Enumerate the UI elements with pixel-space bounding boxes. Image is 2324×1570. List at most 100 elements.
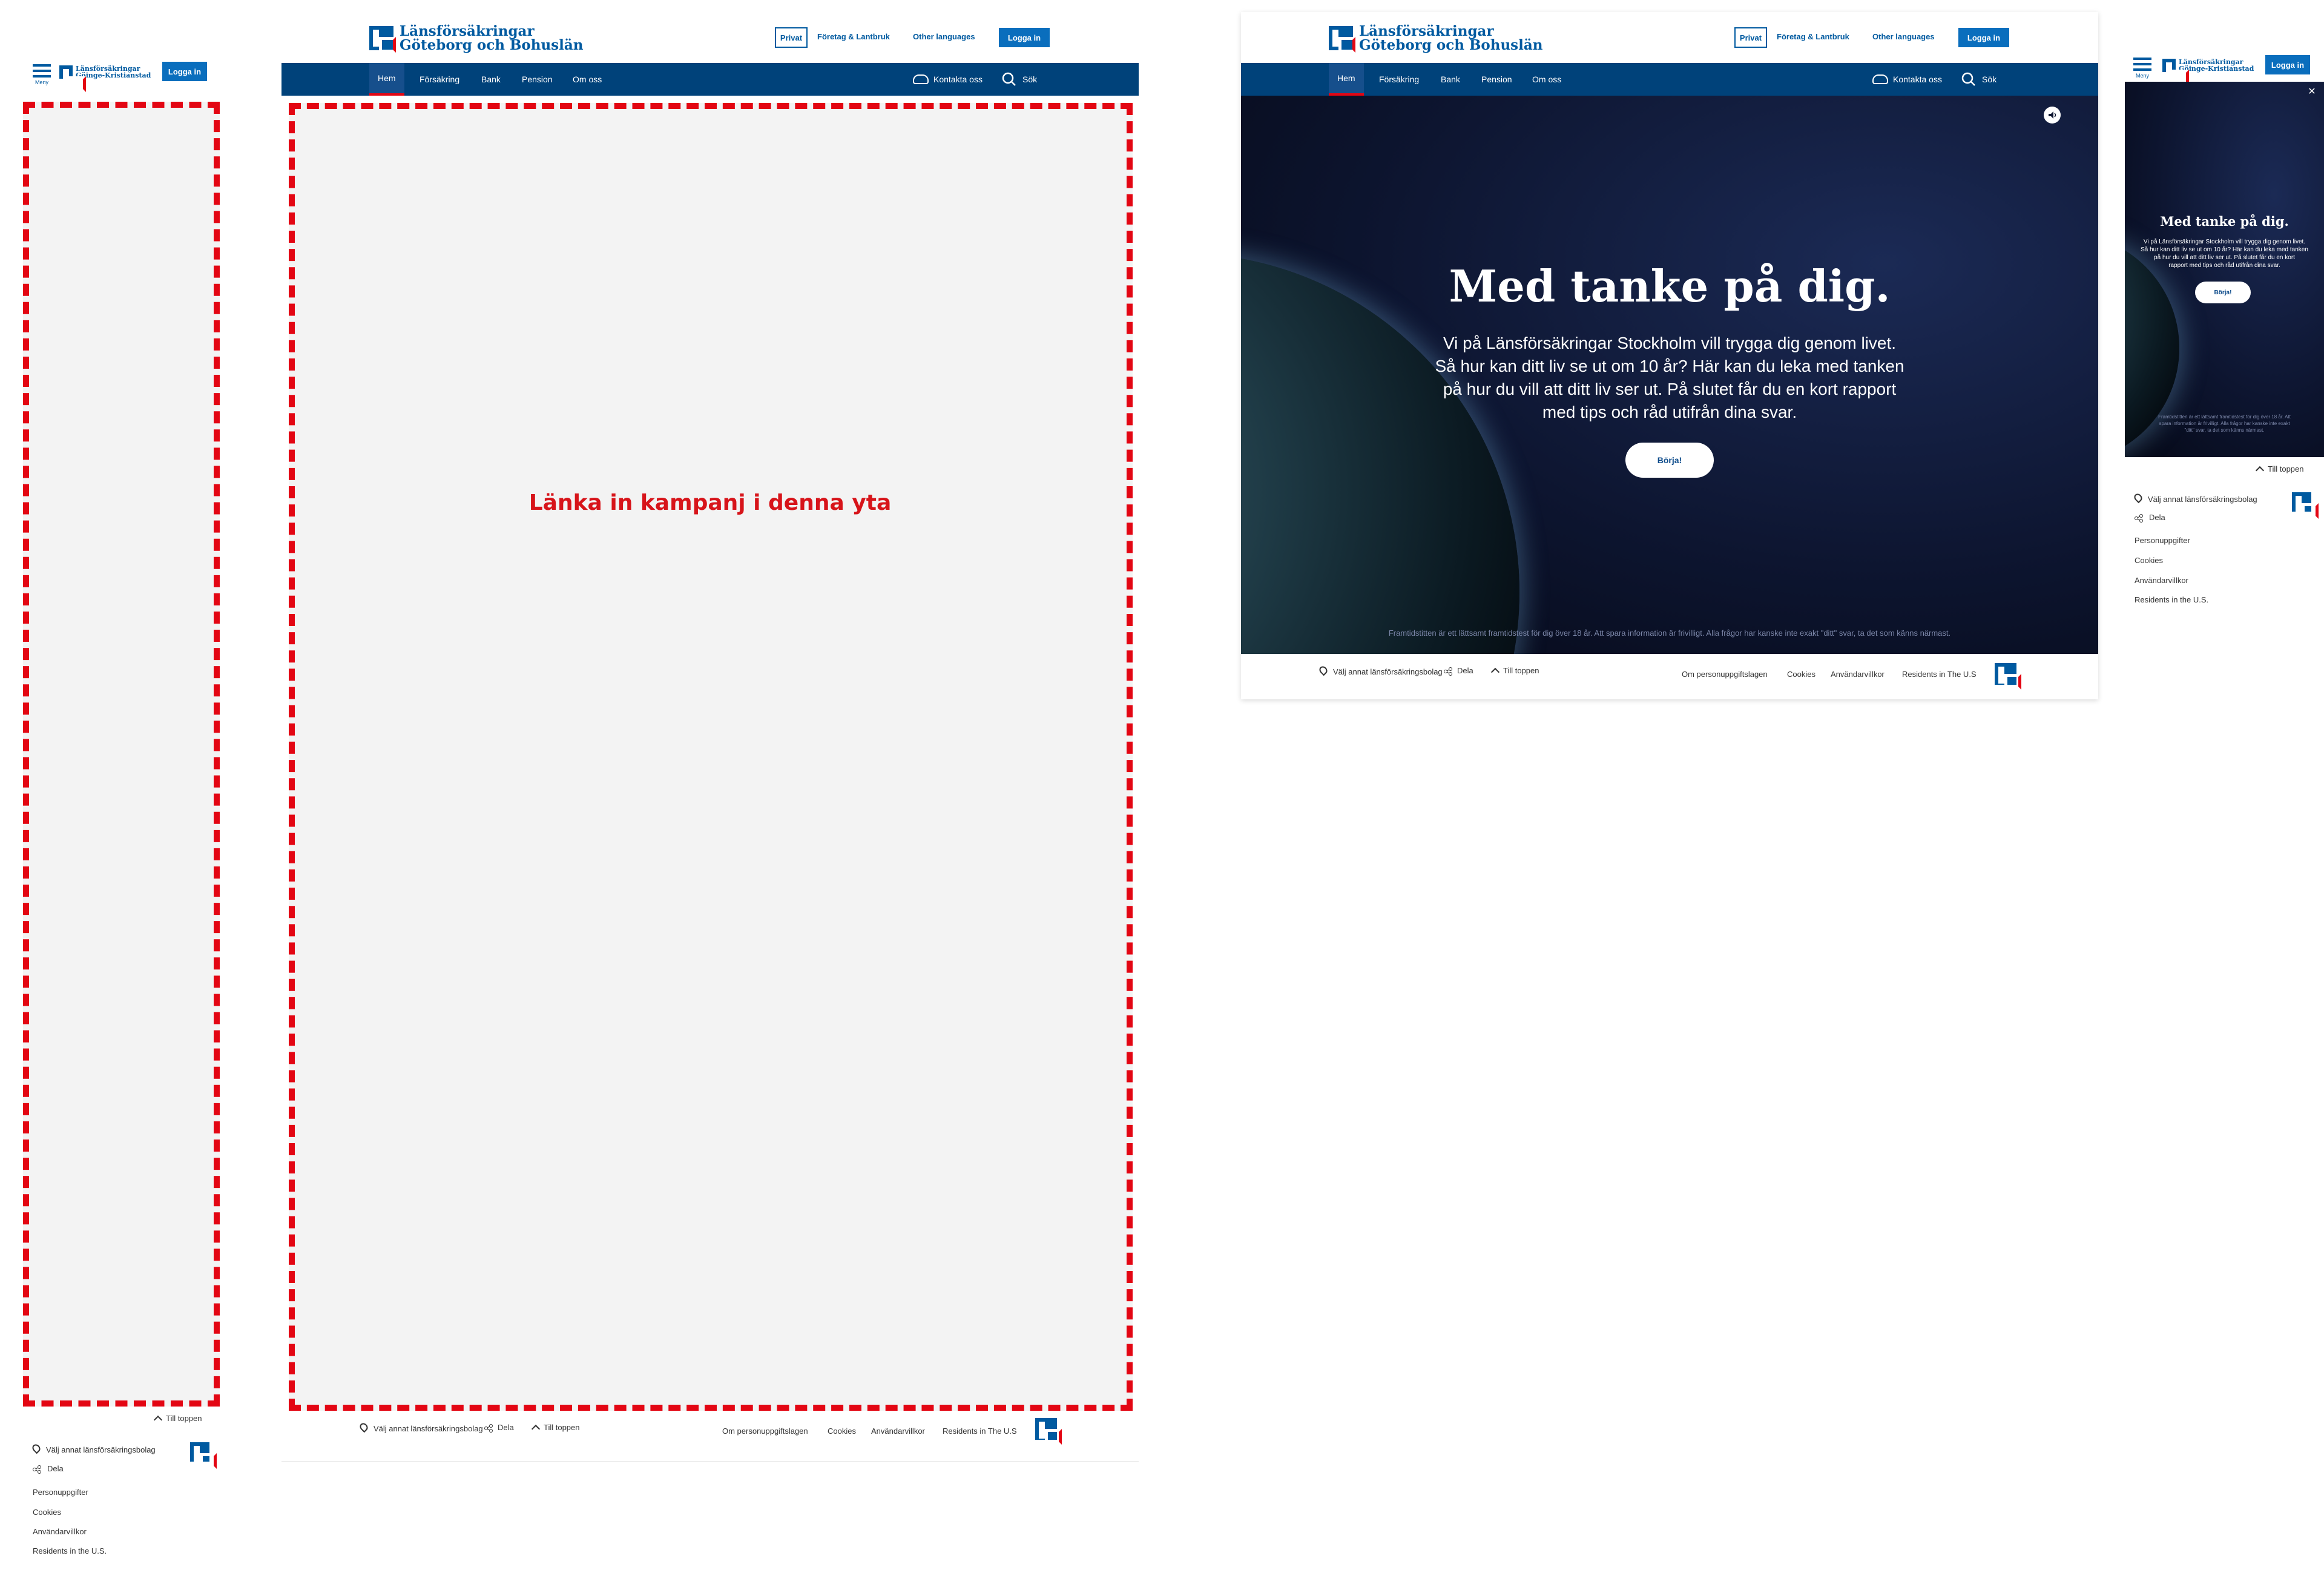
nav-item-bank[interactable]: Bank [1441, 63, 1460, 96]
hero-disclaimer: Framtidstitten är ett lättsamt framtidst… [2125, 414, 2324, 434]
cookies-link[interactable]: Cookies [2135, 556, 2163, 565]
login-button[interactable]: Logga in [2265, 55, 2310, 74]
nav-item-bank[interactable]: Bank [481, 63, 501, 96]
start-button[interactable]: Börja! [2195, 282, 2251, 303]
campaign-hero: Med tanke på dig. Vi på Länsförsäkringar… [1241, 96, 2098, 654]
menu-label: Meny [35, 79, 48, 85]
cookies-link[interactable]: Cookies [33, 1508, 61, 1517]
choose-company-link[interactable]: Välj annat länsförsäkringsbolag [30, 1442, 156, 1454]
residents-link[interactable]: Residents in the U.S. [33, 1546, 107, 1555]
share-link[interactable]: Dela [484, 1423, 514, 1433]
brand-logo[interactable]: Länsförsäkringar Göteborg och Bohuslän [1329, 23, 1542, 53]
logo-line2: Göteborg och Bohuslän [400, 37, 584, 53]
brand-logo[interactable]: Länsförsäkringar Göinge-Kristianstad [2162, 59, 2254, 85]
hamburger-menu-icon[interactable]: Meny [33, 64, 51, 88]
location-pin-icon [1317, 664, 1329, 676]
privat-tab[interactable]: Privat [775, 27, 808, 48]
search-link[interactable]: Sök [1002, 63, 1037, 96]
logo-line2: Göinge-Kristianstad [76, 71, 151, 79]
nav-item-pension[interactable]: Pension [1481, 63, 1512, 96]
residents-link[interactable]: Residents in The U.S [943, 1427, 1017, 1436]
terms-link[interactable]: Användarvillkor [33, 1527, 87, 1536]
share-icon [33, 1465, 41, 1474]
hero-body-line: Så hur kan ditt liv se ut om 10 år? Här … [2141, 246, 2308, 253]
hero-body-line: på hur du vill att ditt liv ser ut. På s… [2154, 254, 2295, 261]
to-top-link[interactable]: Till toppen [1490, 666, 1539, 677]
personal-data-link[interactable]: Personuppgifter [33, 1488, 88, 1497]
logo-line1: Länsförsäkringar [1359, 23, 1494, 39]
share-link[interactable]: Dela [2135, 513, 2165, 523]
footer-logo-icon [190, 1442, 217, 1469]
search-link[interactable]: Sök [1961, 63, 1996, 96]
nav-item-pension[interactable]: Pension [522, 63, 553, 96]
other-languages-link[interactable]: Other languages [1872, 32, 1935, 41]
share-icon [2135, 513, 2143, 523]
sound-toggle-icon[interactable] [2044, 107, 2061, 124]
hero-body: Vi på Länsförsäkringar Stockholm vill tr… [2125, 238, 2324, 269]
footer-logo-icon [1995, 663, 2021, 690]
personal-data-link[interactable]: Personuppgifter [2135, 536, 2190, 545]
share-icon [484, 1423, 493, 1433]
personal-data-link[interactable]: Om personuppgiftslagen [1682, 670, 1768, 679]
personal-data-link[interactable]: Om personuppgiftslagen [722, 1427, 808, 1436]
cookies-link[interactable]: Cookies [1787, 670, 1815, 679]
mobile-placeholder-frame: Meny Länsförsäkringar Göinge-Kristiansta… [23, 54, 223, 1570]
search-icon [1961, 72, 1976, 87]
login-button[interactable]: Logga in [1958, 28, 2009, 47]
to-top-link[interactable]: Till toppen [153, 1414, 202, 1425]
hero-body: Vi på Länsförsäkringar Stockholm vill tr… [1241, 332, 2098, 424]
hero-body-line: Vi på Länsförsäkringar Stockholm vill tr… [2143, 239, 2306, 245]
logo-line1: Länsförsäkringar [400, 23, 535, 39]
footer-logo-icon [2292, 492, 2319, 519]
choose-company-link[interactable]: Välj annat länsförsäkringsbolag [1317, 664, 1443, 676]
campaign-hero: ✕ Med tanke på dig. Vi på Länsförsäkring… [2125, 82, 2324, 457]
location-pin-icon [2132, 492, 2144, 504]
start-button[interactable]: Börja! [1625, 443, 1714, 478]
foretag-tab[interactable]: Företag & Lantbruk [1777, 32, 1849, 41]
residents-link[interactable]: Residents in the U.S. [2135, 595, 2208, 604]
close-icon[interactable]: ✕ [2306, 87, 2317, 97]
nav-item-om-oss[interactable]: Om oss [1532, 63, 1561, 96]
login-button[interactable]: Logga in [162, 62, 207, 81]
logo-mark-icon [2162, 59, 2189, 85]
hero-body-line: på hur du vill att ditt liv ser ut. På s… [1443, 380, 1897, 398]
chevron-up-icon [1490, 667, 1500, 677]
other-languages-link[interactable]: Other languages [913, 32, 975, 41]
terms-link[interactable]: Användarvillkor [1831, 670, 1885, 679]
terms-link[interactable]: Användarvillkor [871, 1427, 925, 1436]
nav-item-om-oss[interactable]: Om oss [573, 63, 602, 96]
contact-link[interactable]: Kontakta oss [1872, 63, 1942, 96]
login-button[interactable]: Logga in [999, 28, 1050, 47]
hero-title: Med tanke på dig. [2160, 214, 2289, 229]
share-link[interactable]: Dela [1444, 666, 1473, 676]
search-icon [1002, 72, 1016, 87]
choose-company-link[interactable]: Välj annat länsförsäkringsbolag [2132, 492, 2257, 504]
campaign-placeholder-area [289, 103, 1133, 1411]
nav-item-forsakring[interactable]: Försäkring [1379, 63, 1419, 96]
brand-logo[interactable]: Länsförsäkringar Göteborg och Bohuslän [369, 23, 584, 53]
contact-link[interactable]: Kontakta oss [913, 63, 983, 96]
hero-body-line: Så hur kan ditt liv se ut om 10 år? Här … [1435, 357, 1904, 375]
to-top-link[interactable]: Till toppen [531, 1423, 580, 1434]
residents-link[interactable]: Residents in The U.S [1902, 670, 1977, 679]
hamburger-menu-icon[interactable]: Meny [2133, 58, 2151, 82]
cookies-link[interactable]: Cookies [828, 1427, 856, 1436]
chevron-up-icon [153, 1415, 163, 1425]
logo-mark-icon [59, 65, 86, 92]
nav-item-hem[interactable]: Hem [1329, 63, 1364, 96]
planet-image [1241, 253, 1519, 654]
phone-chat-icon [913, 74, 929, 84]
choose-company-link[interactable]: Välj annat länsförsäkringsbolag [358, 1421, 483, 1433]
nav-item-hem[interactable]: Hem [369, 63, 404, 96]
foretag-tab[interactable]: Företag & Lantbruk [817, 32, 890, 41]
terms-link[interactable]: Användarvillkor [2135, 576, 2188, 585]
hero-body-line: med tips och råd utifrån dina svar. [1542, 403, 1797, 421]
brand-logo[interactable]: Länsförsäkringar Göinge-Kristianstad [59, 65, 151, 92]
nav-item-forsakring[interactable]: Försäkring [420, 63, 459, 96]
location-pin-icon [30, 1442, 42, 1454]
privat-tab[interactable]: Privat [1734, 27, 1767, 48]
to-top-link[interactable]: Till toppen [2255, 464, 2304, 475]
share-link[interactable]: Dela [33, 1464, 64, 1474]
hero-body-line: Vi på Länsförsäkringar Stockholm vill tr… [1443, 334, 1897, 352]
share-icon [1444, 667, 1452, 676]
